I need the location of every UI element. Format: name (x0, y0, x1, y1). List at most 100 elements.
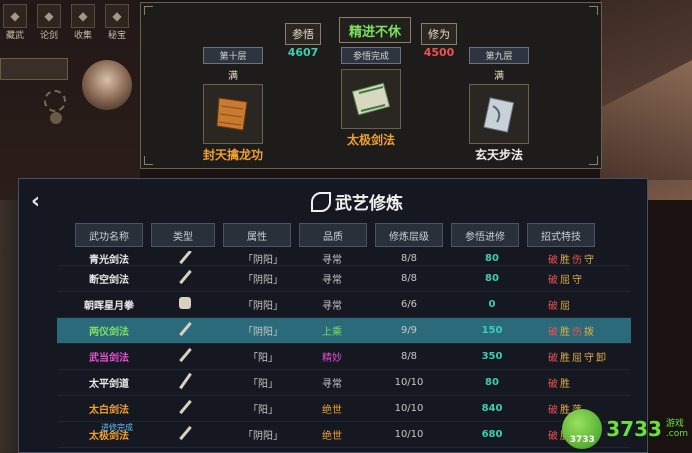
martial-card-3[interactable]: 第九层 满 玄天步法 (469, 47, 529, 163)
header-cell[interactable]: 品质 (299, 223, 367, 247)
card-status: 满 (494, 71, 504, 82)
card-name: 太极剑法 (346, 133, 395, 147)
back-arrow-icon[interactable]: ‹ (31, 189, 40, 214)
character-portrait[interactable] (82, 60, 132, 110)
feature-list: 破屈 (548, 297, 638, 312)
table-row[interactable]: 太白剑法「阳」绝世10/10840破胜落 (57, 396, 631, 422)
level-value: 6/6 (400, 299, 418, 310)
header-cell[interactable]: 参悟进修 (451, 223, 519, 247)
level-value: 8/8 (400, 273, 418, 284)
attribute-value: 「阴阳」 (243, 254, 283, 266)
table-row[interactable]: 太平剑道 「阳」 寻常 10/10 80 破胜 (57, 370, 631, 396)
attribute-value: 「阳」 (248, 405, 278, 416)
table-row[interactable]: 武当剑法 「阳」 精妙 8/8 350 破胜屈守卸 (57, 344, 631, 370)
sword-icon (175, 425, 195, 444)
feature-tag: 屈 (560, 301, 572, 312)
insight-value: 840 (481, 403, 503, 414)
feature-tag: 破 (548, 431, 560, 442)
martial-arts-table: 青光剑法 「阴阳」 寻常 8/8 80 破胜伤守 断空剑法 「阴阳」 寻常 8/8 80 破屈守 朝晖星… (57, 251, 631, 448)
quality-value: 寻常 (322, 301, 342, 312)
top-tab-2[interactable]: ◆ 收集 (68, 4, 98, 41)
insight-stat: 参悟 4607 (285, 23, 321, 59)
attribute-value: 「阴阳」 (243, 301, 283, 312)
feature-tag: 胜 (560, 254, 572, 266)
cultivation-stat: 修为 4500 (421, 23, 457, 59)
feature-tag: 屈 (572, 353, 584, 364)
table-row[interactable]: 朝晖星月拳 「阴阳」 寻常 6/6 0 破屈 (57, 292, 631, 318)
table-row[interactable]: 青光剑法 「阴阳」 寻常 8/8 80 破胜伤守 (57, 251, 631, 266)
insight-value: 680 (481, 429, 503, 440)
quality-value: 寻常 (322, 275, 342, 286)
leaf-emblem-icon (311, 191, 331, 212)
top-tab-label: 论剑 (39, 31, 58, 41)
quality-value: 寻常 (322, 254, 342, 266)
corner-ornament (144, 156, 153, 165)
panel-title-text: 武艺修炼 (335, 194, 403, 214)
scroll-icon (341, 69, 401, 129)
cultivation-banner: 精进不休 (339, 17, 411, 43)
feature-tag: 拨 (584, 327, 596, 338)
table-row[interactable]: 两仪剑法 「阴阳」 上乘 9/9 150 破胜伤拨 (57, 318, 631, 344)
sword-icon: ◆ (37, 4, 61, 28)
watermark-text: 3733 (606, 417, 662, 441)
header-cell[interactable]: 类型 (151, 223, 215, 247)
martial-training-panel: ‹ 武艺修炼 武功名称 类型 属性 品质 修炼层级 参悟进修 招式特技 青光剑法 「阴阳」 寻常… (18, 178, 648, 453)
feature-tag: 破 (548, 353, 560, 364)
top-tab-1[interactable]: ◆ 论剑 (34, 4, 64, 41)
quality-value: 上乘 (322, 327, 342, 338)
sword-glyph (178, 269, 192, 285)
top-tab-0[interactable]: ◆ 藏武 (0, 4, 30, 41)
top-tab-3[interactable]: ◆ 秘宝 (102, 4, 132, 41)
watermark-ball-icon: 3733 (562, 409, 603, 449)
gear-icon[interactable] (44, 90, 66, 112)
sword-glyph (178, 321, 192, 337)
feature-list: 破胜伤守 (548, 251, 631, 266)
insight-value: 150 (481, 325, 503, 336)
side-tab[interactable] (0, 58, 68, 80)
martial-card-2[interactable]: 参悟完成 太极剑法 (341, 47, 401, 148)
feature-tag: 伤 (572, 327, 584, 338)
sword-icon (175, 399, 195, 418)
feature-tag: 破 (548, 379, 560, 390)
sword-glyph (178, 347, 192, 363)
martial-name: 朝晖星月拳 (84, 301, 134, 312)
header-cell[interactable]: 修炼层级 (375, 223, 443, 247)
cultivation-label: 修为 (421, 23, 457, 45)
header-cell[interactable]: 属性 (223, 223, 291, 247)
feature-tag: 破 (548, 301, 560, 312)
feature-tag: 守 (584, 254, 596, 266)
fist-glyph (179, 297, 191, 309)
header-cell[interactable]: 武功名称 (75, 223, 143, 247)
corner-ornament (144, 6, 153, 15)
top-icon-bar: ◆ 藏武 ◆ 论剑 ◆ 收集 ◆ 秘宝 (0, 4, 132, 41)
insight-value: 4607 (287, 46, 319, 59)
martial-name: 两仪剑法 (89, 327, 129, 338)
card-tag: 第九层 (469, 47, 529, 64)
insight-value: 80 (485, 377, 499, 388)
feature-list: 破胜屈守卸 (548, 349, 638, 364)
feature-tag: 伤 (572, 254, 584, 266)
card-name: 封天擒龙功 (203, 148, 264, 162)
attribute-value: 「阴阳」 (243, 431, 283, 442)
feature-list: 破屈守 (548, 271, 638, 286)
table-row[interactable]: 断空剑法 「阴阳」 寻常 8/8 80 破屈守 (57, 266, 631, 292)
feature-list: 破胜伤拨 (548, 323, 638, 338)
attribute-value: 「阴阳」 (243, 275, 283, 286)
attribute-value: 「阳」 (248, 379, 278, 390)
feature-tag: 破 (548, 405, 560, 416)
feature-tag: 破 (548, 275, 560, 286)
table-row[interactable]: 太极剑法「阴阳」绝世10/10680破胜进修完成 (57, 422, 631, 448)
insight-value: 0 (488, 299, 496, 310)
feature-tag: 卸 (596, 353, 608, 364)
panel-title: 武艺修炼 (311, 189, 403, 214)
manual-book-icon (203, 84, 263, 144)
header-cell[interactable]: 招式特技 (527, 223, 595, 247)
martial-name: 太白剑法 (89, 405, 129, 416)
treasure-icon: ◆ (105, 4, 129, 28)
table-header: 武功名称 类型 属性 品质 修炼层级 参悟进修 招式特技 (75, 223, 595, 247)
martial-name: 武当剑法 (89, 353, 129, 364)
martial-card-1[interactable]: 第十层 满 封天擒龙功 (203, 47, 263, 163)
level-value: 8/8 (400, 351, 418, 362)
level-value: 9/9 (400, 325, 418, 336)
attribute-value: 「阴阳」 (243, 327, 283, 338)
